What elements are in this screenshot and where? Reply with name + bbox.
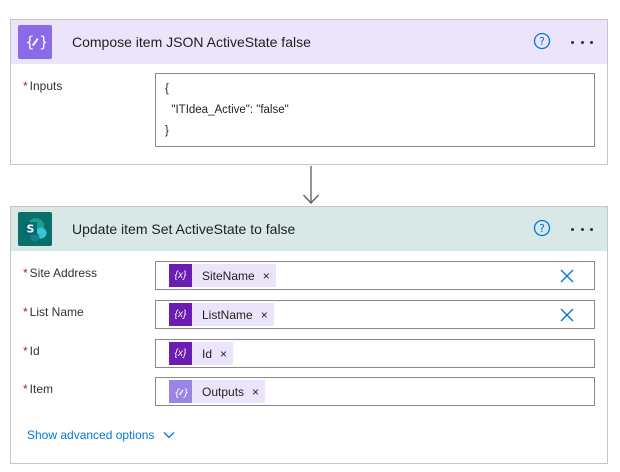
site-name-token[interactable]: {x} SiteName × xyxy=(169,264,276,287)
compose-action-card: { } Compose item JSON ActiveState false … xyxy=(10,19,608,165)
remove-token-button[interactable]: × xyxy=(263,269,270,283)
svg-text:?: ? xyxy=(539,222,545,235)
list-name-field[interactable]: {x} ListName × xyxy=(155,300,595,329)
more-options-icon[interactable] xyxy=(571,220,593,238)
clear-icon[interactable] xyxy=(560,308,574,322)
compose-card-header[interactable]: { } Compose item JSON ActiveState false … xyxy=(11,20,607,64)
json-line: "ITIdea_Active": "false" xyxy=(165,104,289,116)
compose-card-title: Compose item JSON ActiveState false xyxy=(72,34,311,50)
variable-icon: {x} xyxy=(169,342,192,365)
more-options-icon[interactable] xyxy=(571,33,593,51)
token-label: SiteName xyxy=(202,268,255,283)
item-field[interactable]: { } Outputs × xyxy=(155,377,595,406)
svg-text:}: } xyxy=(39,33,46,51)
sharepoint-icon: S xyxy=(18,212,52,246)
token-label: ListName xyxy=(202,307,253,322)
remove-token-button[interactable]: × xyxy=(261,308,268,322)
variable-icon: {x} xyxy=(169,264,192,287)
clear-icon[interactable] xyxy=(560,269,574,283)
down-arrow-icon xyxy=(303,166,319,204)
list-name-token[interactable]: {x} ListName × xyxy=(169,303,274,326)
update-card-header[interactable]: S Update item Set ActiveState to false ? xyxy=(11,207,607,251)
token-label: Outputs xyxy=(202,384,245,399)
help-icon[interactable]: ? xyxy=(533,219,551,237)
inputs-label: * Inputs xyxy=(23,79,63,93)
help-icon[interactable]: ? xyxy=(533,32,551,50)
id-label: * Id xyxy=(23,344,40,358)
update-item-action-card: S Update item Set ActiveState to false ?… xyxy=(10,206,608,464)
json-line: { xyxy=(165,83,169,95)
svg-text:}: } xyxy=(183,388,188,399)
item-label: * Item xyxy=(23,382,54,396)
remove-token-button[interactable]: × xyxy=(220,347,227,361)
id-token[interactable]: {x} Id × xyxy=(169,342,234,365)
update-card-title: Update item Set ActiveState to false xyxy=(72,221,296,237)
show-advanced-options-link[interactable]: Show advanced options xyxy=(27,428,175,442)
list-name-label: * List Name xyxy=(23,305,84,319)
variable-icon: {x} xyxy=(169,303,192,326)
id-field[interactable]: {x} Id × xyxy=(155,339,595,368)
outputs-token[interactable]: { } Outputs × xyxy=(169,380,266,403)
svg-text:?: ? xyxy=(539,35,545,48)
chevron-down-icon xyxy=(163,432,175,439)
svg-text:S: S xyxy=(27,223,35,236)
svg-text:{: { xyxy=(25,33,35,51)
remove-token-button[interactable]: × xyxy=(252,385,259,399)
compose-icon: { } xyxy=(18,25,52,59)
inputs-field[interactable]: { "ITIdea_Active": "false" } xyxy=(155,73,595,147)
site-address-field[interactable]: {x} SiteName × xyxy=(155,261,595,290)
advanced-options-label: Show advanced options xyxy=(27,428,155,442)
compose-icon: { } xyxy=(169,380,192,403)
site-address-label: * Site Address xyxy=(23,266,98,280)
token-label: Id xyxy=(202,346,213,361)
json-line: } xyxy=(165,125,169,137)
